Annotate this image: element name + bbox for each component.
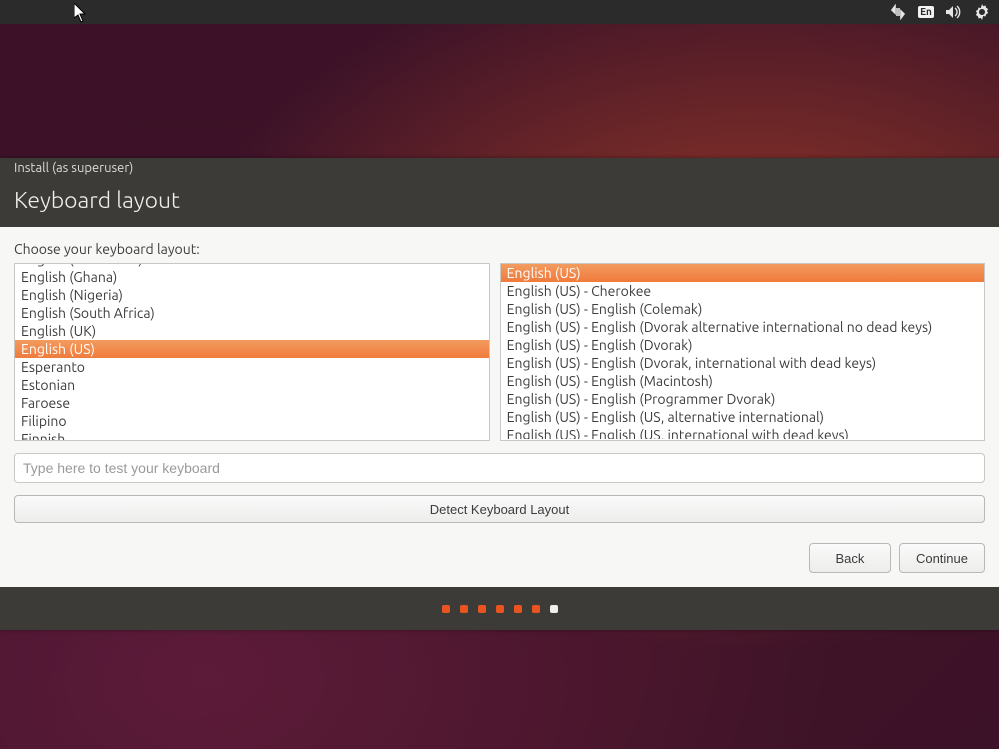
list-item[interactable]: Esperanto <box>15 358 489 376</box>
progress-dot <box>496 605 504 613</box>
progress-dot <box>532 605 540 613</box>
gear-icon[interactable] <box>973 3 991 21</box>
list-item[interactable]: English (US) <box>501 264 984 282</box>
list-item[interactable]: English (US) - Cherokee <box>501 282 984 300</box>
mouse-cursor <box>74 3 88 23</box>
list-item[interactable]: English (Nigeria) <box>15 286 489 304</box>
layout-lists: English (Cameroon)English (Ghana)English… <box>14 263 985 441</box>
list-item[interactable]: English (US) - English (Dvorak alternati… <box>501 318 984 336</box>
prompt-label: Choose your keyboard layout: <box>14 241 985 257</box>
progress-indicator <box>0 587 999 630</box>
page-header: Keyboard layout <box>0 178 999 227</box>
list-item[interactable]: English (Ghana) <box>15 268 489 286</box>
progress-dot <box>442 605 450 613</box>
progress-dot <box>478 605 486 613</box>
list-item[interactable]: Estonian <box>15 376 489 394</box>
detect-keyboard-button[interactable]: Detect Keyboard Layout <box>14 495 985 523</box>
sound-icon[interactable] <box>945 3 963 21</box>
list-item[interactable]: English (US) <box>15 340 489 358</box>
list-item[interactable]: Faroese <box>15 394 489 412</box>
list-item[interactable]: English (US) - English (Macintosh) <box>501 372 984 390</box>
page-title: Keyboard layout <box>14 188 985 213</box>
window-title: Install (as superuser) <box>14 161 133 175</box>
list-item[interactable]: English (US) - English (Programmer Dvora… <box>501 390 984 408</box>
language-indicator[interactable]: En <box>917 3 935 21</box>
language-indicator-label: En <box>918 6 934 18</box>
list-item[interactable]: English (South Africa) <box>15 304 489 322</box>
layout-variant-list[interactable]: English (US)English (US) - CherokeeEngli… <box>500 263 985 441</box>
keyboard-test-input[interactable] <box>14 453 985 483</box>
progress-dot <box>550 605 558 613</box>
layout-language-list[interactable]: English (Cameroon)English (Ghana)English… <box>14 263 490 441</box>
window-titlebar: Install (as superuser) <box>0 158 999 178</box>
list-item[interactable]: English (US) - English (Dvorak) <box>501 336 984 354</box>
list-item[interactable]: Finnish <box>15 430 489 441</box>
list-item[interactable]: English (US) - English (Dvorak, internat… <box>501 354 984 372</box>
back-button[interactable]: Back <box>809 543 891 573</box>
continue-button[interactable]: Continue <box>899 543 985 573</box>
list-item[interactable]: English (US) - English (Colemak) <box>501 300 984 318</box>
system-top-bar: En <box>0 0 999 24</box>
list-item[interactable]: Filipino <box>15 412 489 430</box>
list-item[interactable]: English (US) - English (US, internationa… <box>501 426 984 439</box>
progress-dot <box>514 605 522 613</box>
list-item[interactable]: English (US) - English (US, alternative … <box>501 408 984 426</box>
page-content: Choose your keyboard layout: English (Ca… <box>0 227 999 587</box>
nav-row: Back Continue <box>14 523 985 573</box>
list-item[interactable]: English (UK) <box>15 322 489 340</box>
progress-dot <box>460 605 468 613</box>
network-icon[interactable] <box>889 3 907 21</box>
installer-window: Install (as superuser) Keyboard layout C… <box>0 158 999 630</box>
